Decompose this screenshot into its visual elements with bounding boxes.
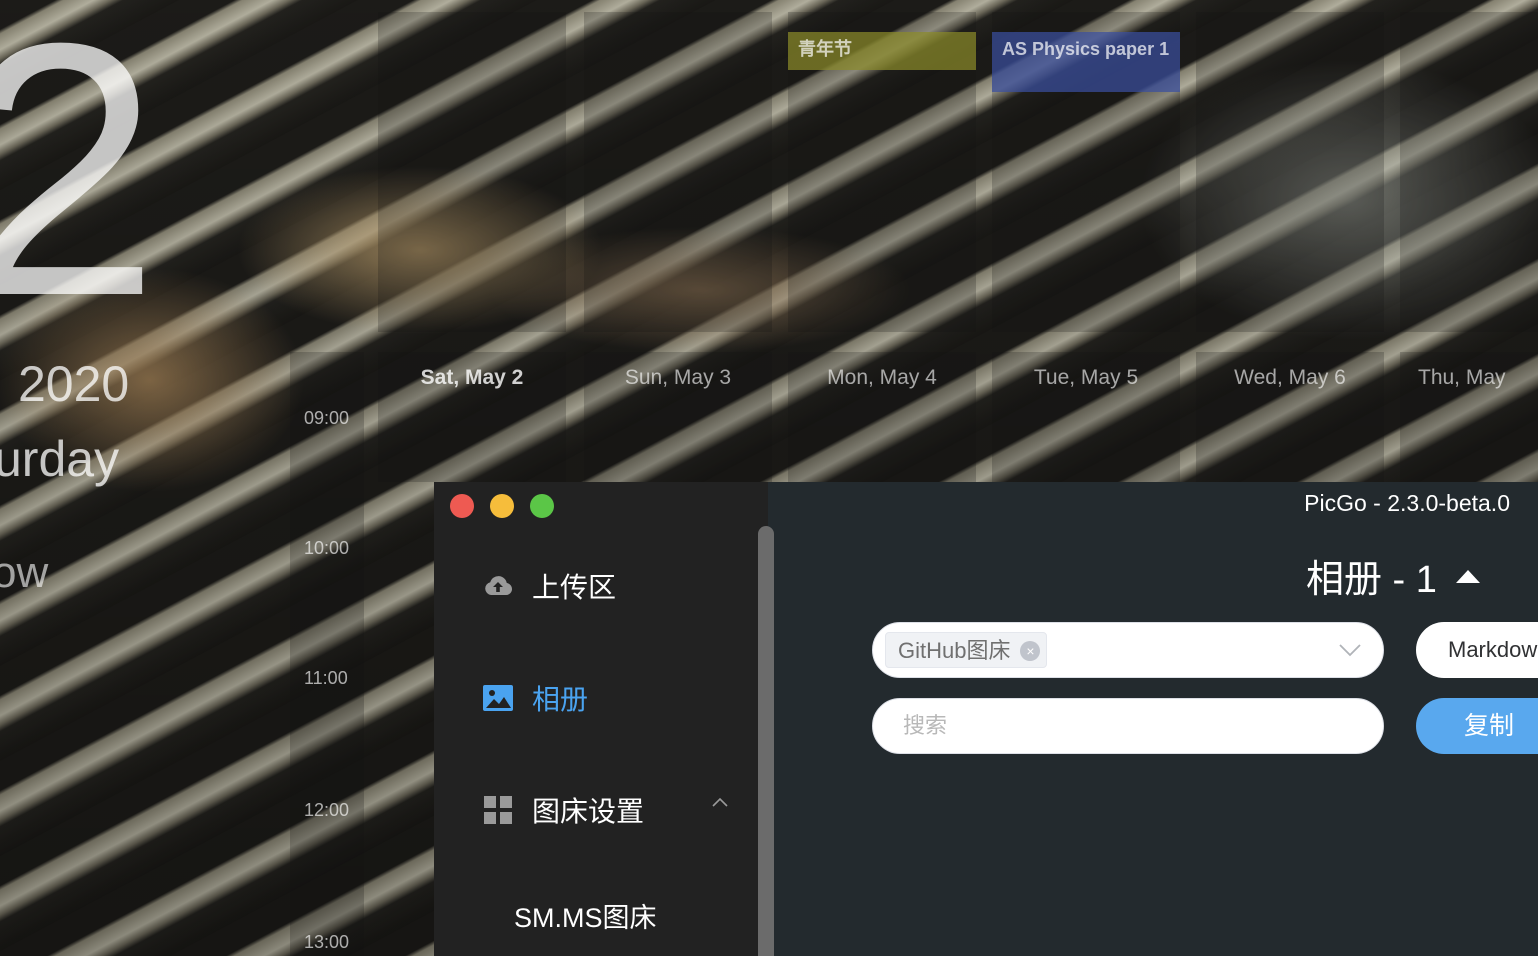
image-icon — [483, 685, 513, 711]
calendar-time-column — [290, 352, 364, 956]
search-input[interactable] — [872, 698, 1384, 754]
paste-format-select[interactable]: Markdown — [1416, 622, 1538, 678]
gallery-title-text: 相册 - 1 — [1306, 559, 1437, 601]
maximize-window-button[interactable] — [530, 494, 554, 518]
caret-up-icon — [1455, 569, 1480, 583]
calendar-event[interactable]: 青年节 — [788, 32, 976, 70]
sidebar-item-gallery[interactable]: 相册 — [482, 678, 588, 718]
copy-button[interactable]: 复制 — [1416, 698, 1538, 754]
window-title: PicGo - 2.3.0-beta.0 — [1304, 490, 1510, 516]
picgo-window: 上传区 相册 图床设置 SM.MS图床 PicGo - 2.3.0-beta.0… — [434, 482, 1538, 956]
calendar-year: 2020 — [18, 356, 130, 412]
sidebar-subitem-smms[interactable]: SM.MS图床 — [514, 896, 657, 935]
grid-icon — [484, 796, 512, 824]
time-label: 13:00 — [304, 932, 350, 952]
calendar-tomorrow-label: ow — [0, 548, 49, 597]
time-label: 12:00 — [304, 800, 350, 820]
picbed-tag: GitHub图床 × — [885, 632, 1048, 668]
cloud-upload-icon — [485, 576, 513, 596]
chevron-down-icon[interactable] — [1339, 643, 1361, 657]
tag-close-icon[interactable]: × — [1020, 641, 1041, 661]
sidebar-item-label: 上传区 — [532, 572, 617, 603]
day-header-sat: Sat, May 2 — [420, 366, 524, 389]
calendar-column-wed — [1196, 12, 1384, 332]
day-header-wed: Wed, May 6 — [1234, 366, 1346, 389]
calendar-column-sun — [584, 12, 772, 332]
calendar-column-sat — [378, 12, 566, 332]
time-label: 09:00 — [304, 408, 350, 428]
sidebar-item-label: 相册 — [532, 684, 589, 715]
day-header-mon: Mon, May 4 — [827, 366, 937, 389]
sidebar-item-picbed-settings[interactable]: 图床设置 — [482, 790, 644, 830]
day-header-thu: Thu, May — [1418, 366, 1506, 389]
sidebar-item-upload[interactable]: 上传区 — [482, 566, 616, 606]
sidebar: 上传区 相册 图床设置 SM.MS图床 — [434, 482, 774, 956]
time-label: 11:00 — [304, 668, 348, 688]
minimize-window-button[interactable] — [490, 494, 514, 518]
gallery-title[interactable]: 相册 - 1 — [1306, 548, 1481, 603]
calendar-column-thu — [1400, 12, 1538, 332]
close-window-button[interactable] — [450, 494, 474, 518]
picbed-select[interactable]: GitHub图床 × — [872, 622, 1384, 678]
sidebar-scrollbar[interactable] — [758, 526, 774, 956]
sidebar-item-label: 图床设置 — [532, 796, 645, 827]
chevron-up-icon[interactable] — [712, 794, 728, 810]
day-header-sun: Sun, May 3 — [624, 366, 732, 389]
picbed-tag-label: GitHub图床 — [898, 638, 1011, 663]
day-header-tue: Tue, May 5 — [1033, 366, 1139, 389]
time-label: 10:00 — [304, 538, 350, 558]
calendar-event[interactable]: AS Physics paper 1 — [992, 32, 1180, 92]
calendar-weekday: urday — [0, 431, 120, 487]
calendar-big-date: 2 — [0, 0, 161, 371]
